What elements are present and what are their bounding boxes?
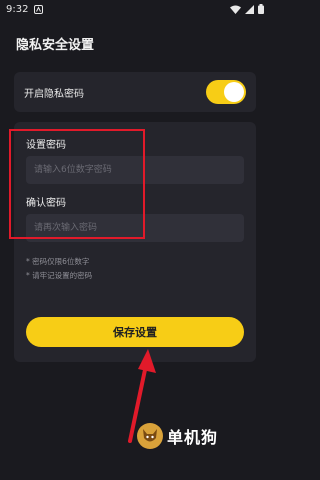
status-bar: 9:32 [0,0,270,18]
save-settings-button[interactable]: 保存设置 [26,317,244,347]
status-right [230,4,264,14]
page-title: 隐私安全设置 [16,38,95,53]
toggle-knob [224,82,244,102]
note-remember: * 请牢记设置的密码 [26,271,93,280]
confirm-password-input[interactable] [26,214,244,242]
privacy-password-toggle[interactable] [206,80,246,104]
status-left: 9:32 [6,3,44,15]
privacy-toggle-label: 开启隐私密码 [24,88,84,100]
set-password-label: 设置密码 [26,140,66,151]
dog-logo-icon [137,423,163,449]
watermark: 单机狗 [137,423,218,449]
status-time: 9:32 [6,3,29,15]
note-digits: * 密码仅限6位数字 [26,257,90,266]
notification-icon [34,4,44,14]
signal-icon [245,4,254,14]
set-password-input[interactable] [26,156,244,184]
battery-icon [258,4,264,14]
watermark-text: 单机狗 [167,428,219,447]
confirm-password-label: 确认密码 [26,198,66,209]
wifi-icon [230,5,241,14]
privacy-toggle-card: 开启隐私密码 [14,72,256,112]
